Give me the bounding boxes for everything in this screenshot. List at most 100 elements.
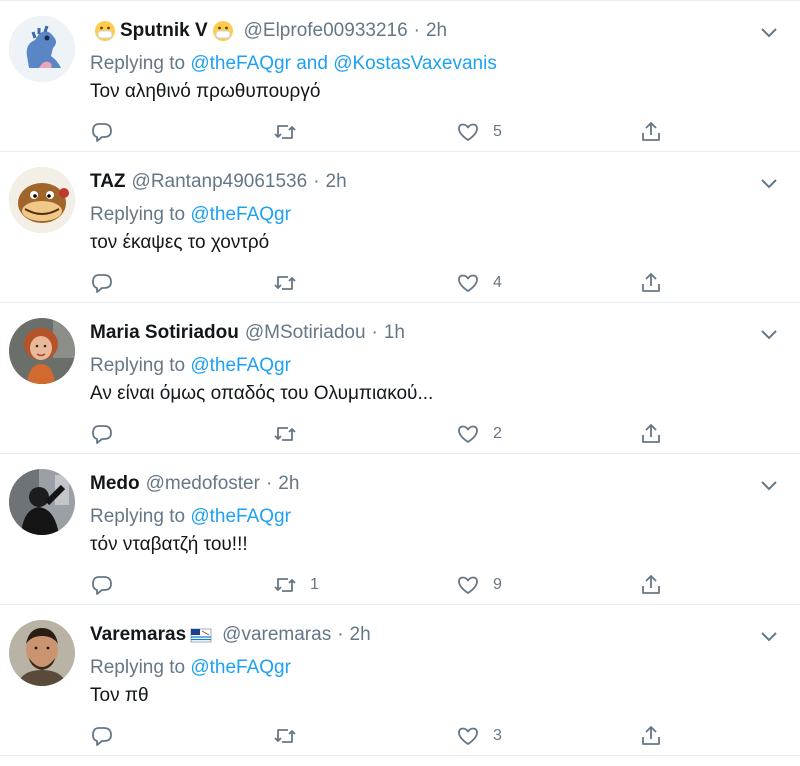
heart-icon	[458, 274, 478, 292]
retweet-button[interactable]: 1	[273, 571, 319, 599]
retweet-button[interactable]	[273, 118, 310, 146]
replying-to-label: Replying to	[90, 53, 186, 74]
separator-dot: ·	[371, 322, 378, 343]
replying-to-label: Replying to	[90, 204, 186, 225]
replying-to-line: Replying to @theFAQgr	[90, 355, 291, 377]
avatar[interactable]	[9, 167, 75, 233]
mention-link[interactable]: @KostasVaxevanis	[333, 53, 497, 74]
timestamp[interactable]: 2h	[326, 171, 347, 193]
reply-button[interactable]	[90, 269, 127, 297]
like-count: 2	[493, 425, 502, 442]
tweet-actions: 4	[90, 269, 800, 297]
tweet[interactable]: Sputnik V @Elprofe00933216 · 2h Replying…	[0, 1, 800, 152]
tweet[interactable]: Medo @medofoster · 2h Replying to @theFA…	[0, 454, 800, 605]
avatar[interactable]	[9, 620, 75, 686]
timestamp[interactable]: 1h	[384, 322, 405, 344]
replying-to-label: Replying to	[90, 657, 186, 678]
timestamp[interactable]: 2h	[278, 473, 299, 495]
tweet-header: Medo @medofoster · 2h	[90, 472, 740, 496]
more-options-chevron-down-icon[interactable]	[760, 325, 778, 343]
separator-dot: ·	[313, 171, 320, 192]
share-button[interactable]	[639, 118, 663, 146]
tweet[interactable]: TAZ @Rantanp49061536 · 2h Replying to @t…	[0, 152, 800, 303]
mask-face-emoji-icon	[212, 20, 234, 42]
man-photo-avatar-icon	[9, 620, 75, 686]
tweet-text: Τον πθ	[90, 685, 149, 706]
like-button[interactable]: 4	[456, 269, 502, 297]
retweet-count: 1	[310, 576, 319, 593]
share-button[interactable]	[639, 420, 663, 448]
like-button[interactable]: 5	[456, 118, 502, 146]
share-button[interactable]	[639, 722, 663, 750]
display-name[interactable]: Maria Sotiriadou	[90, 322, 239, 344]
tweet-actions: 5	[90, 118, 800, 146]
tweet[interactable]: Maria Sotiriadou @MSotiriadou · 1h Reply…	[0, 303, 800, 454]
share-button[interactable]	[639, 269, 663, 297]
tweet-header: Varemaras @varemaras · 2h	[90, 623, 740, 647]
timestamp[interactable]: 2h	[350, 624, 371, 646]
tweet-actions: 1 9	[90, 571, 800, 599]
reply-icon	[92, 576, 112, 595]
reply-icon	[92, 123, 112, 142]
replying-to-label: Replying to	[90, 355, 186, 376]
mention-link[interactable]: @theFAQgr	[190, 657, 291, 678]
dark-figure-photo-avatar-icon	[9, 469, 75, 535]
mention-link[interactable]: @theFAQgr	[190, 53, 291, 74]
retweet-icon	[274, 125, 296, 139]
display-name[interactable]: Varemaras	[90, 624, 186, 646]
display-name[interactable]: TAZ	[90, 171, 126, 193]
taz-cartoon-avatar-icon	[9, 167, 75, 233]
replying-to-line: Replying to @theFAQgr	[90, 506, 291, 528]
retweet-icon	[274, 578, 296, 592]
heart-icon	[458, 123, 478, 141]
mention-link[interactable]: @theFAQgr	[190, 355, 291, 376]
heart-icon	[458, 425, 478, 443]
share-icon	[642, 273, 660, 292]
reply-button[interactable]	[90, 420, 127, 448]
reply-icon	[92, 727, 112, 746]
tweet-text: Αν είναι όμως οπαδός του Ολυμπιακού...	[90, 383, 434, 404]
tweet-actions: 3	[90, 722, 800, 750]
replying-to-label: Replying to	[90, 506, 186, 527]
reply-feed: Sputnik V @Elprofe00933216 · 2h Replying…	[0, 0, 800, 756]
more-options-chevron-down-icon[interactable]	[760, 23, 778, 41]
avatar[interactable]	[9, 469, 75, 535]
display-name[interactable]: Sputnik V	[120, 20, 208, 42]
avatar[interactable]	[9, 318, 75, 384]
reply-icon	[92, 274, 112, 293]
heart-icon	[458, 727, 478, 745]
user-handle[interactable]: @MSotiriadou	[245, 322, 366, 344]
retweet-button[interactable]	[273, 420, 310, 448]
like-button[interactable]: 2	[456, 420, 502, 448]
retweet-button[interactable]	[273, 722, 310, 750]
mention-link[interactable]: @theFAQgr	[190, 204, 291, 225]
avatar[interactable]	[9, 16, 75, 82]
reply-button[interactable]	[90, 118, 127, 146]
share-icon	[642, 726, 660, 745]
blue-dinosaur-avatar-icon	[9, 16, 75, 82]
tweet-text: τόν νταβατζή του!!!	[90, 534, 248, 555]
more-options-chevron-down-icon[interactable]	[760, 627, 778, 645]
user-handle[interactable]: @medofoster	[146, 473, 260, 495]
share-icon	[642, 424, 660, 443]
user-handle[interactable]: @Rantanp49061536	[132, 171, 308, 193]
user-handle[interactable]: @varemaras	[222, 624, 331, 646]
heart-icon	[458, 576, 478, 594]
like-button[interactable]: 3	[456, 722, 502, 750]
retweet-button[interactable]	[273, 269, 310, 297]
display-name[interactable]: Medo	[90, 473, 140, 495]
more-options-chevron-down-icon[interactable]	[760, 476, 778, 494]
user-handle[interactable]: @Elprofe00933216	[244, 20, 408, 42]
more-options-chevron-down-icon[interactable]	[760, 174, 778, 192]
separator-dot: ·	[337, 624, 344, 645]
tweet-actions: 2	[90, 420, 800, 448]
retweet-icon	[274, 276, 296, 290]
mention-link[interactable]: @theFAQgr	[190, 506, 291, 527]
like-count: 4	[493, 274, 502, 291]
reply-button[interactable]	[90, 722, 127, 750]
tweet[interactable]: Varemaras @varemaras · 2h Replying to @t…	[0, 605, 800, 756]
timestamp[interactable]: 2h	[426, 20, 447, 42]
reply-button[interactable]	[90, 571, 127, 599]
like-button[interactable]: 9	[456, 571, 502, 599]
share-button[interactable]	[639, 571, 663, 599]
